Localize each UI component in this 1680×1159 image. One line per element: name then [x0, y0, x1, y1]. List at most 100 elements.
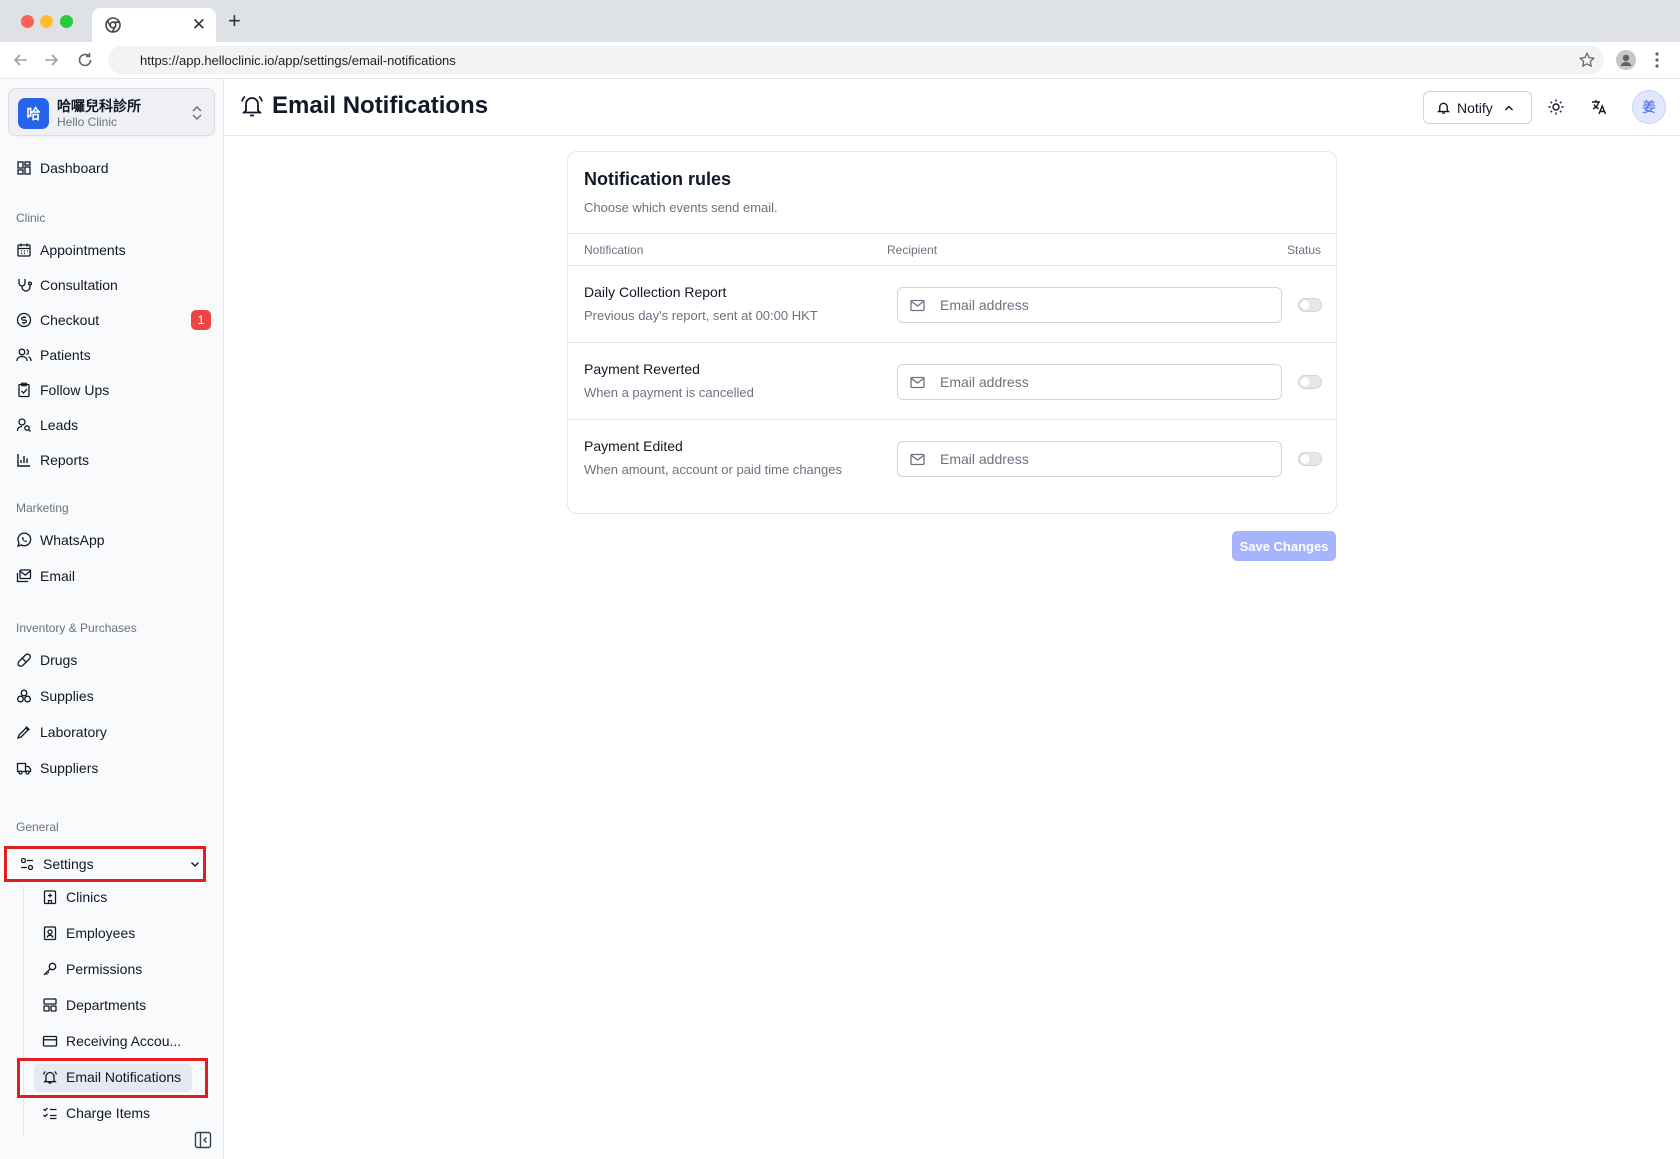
recipient-email-field[interactable]	[897, 287, 1282, 323]
chevron-down-icon	[191, 862, 199, 867]
clinic-switcher[interactable]: 哈 哈囉兒科診所 Hello Clinic	[8, 88, 215, 136]
sidebar-collapse-icon[interactable]	[194, 1131, 212, 1149]
sidebar-item-label: Charge Items	[66, 1105, 151, 1121]
sidebar-item-label: Leads	[40, 417, 79, 433]
recipient-email-input[interactable]	[940, 442, 1270, 476]
sidebar-item-suppliers[interactable]: Suppliers	[16, 757, 98, 779]
notification-title: Payment Reverted	[584, 361, 700, 377]
profile-avatar-icon[interactable]	[1616, 50, 1636, 70]
close-window-button[interactable]	[21, 15, 34, 28]
sidebar-item-laboratory[interactable]: Laboratory	[16, 721, 107, 743]
sidebar-item-dashboard[interactable]: Dashboard	[16, 157, 109, 179]
back-icon[interactable]	[11, 50, 31, 70]
sidebar-item-label: Follow Ups	[40, 382, 110, 398]
settings-sliders-icon	[20, 857, 34, 871]
status-toggle[interactable]	[1298, 298, 1322, 312]
notify-label: Notify	[1457, 99, 1493, 116]
user-avatar[interactable]: 姜	[1632, 90, 1666, 124]
mail-stack-icon	[16, 569, 32, 583]
toggle-knob	[1300, 300, 1310, 310]
sidebar-item-email[interactable]: Email	[16, 565, 75, 587]
sidebar-item-supplies[interactable]: Supplies	[16, 685, 94, 707]
sidebar-item-whatsapp[interactable]: WhatsApp	[16, 529, 105, 551]
calendar-icon	[17, 243, 31, 257]
sidebar-item-departments[interactable]: Departments	[42, 994, 146, 1016]
sidebar-item-label: Supplies	[40, 688, 94, 704]
sidebar-item-follow-ups[interactable]: Follow Ups	[16, 379, 109, 401]
sidebar-item-label: Clinics	[66, 889, 108, 905]
dollar-circle-icon	[16, 312, 32, 328]
recipient-email-input[interactable]	[940, 288, 1270, 322]
sidebar-item-checkout[interactable]: Checkout	[16, 309, 99, 331]
maximize-window-button[interactable]	[60, 15, 73, 28]
id-badge-icon	[43, 926, 57, 941]
recipient-email-input[interactable]	[940, 365, 1270, 399]
save-changes-button[interactable]: Save Changes	[1232, 531, 1336, 561]
new-tab-button[interactable]: +	[228, 10, 241, 32]
browser-tab[interactable]: ✕	[92, 8, 216, 42]
sidebar-item-clinics[interactable]: Clinics	[42, 886, 107, 908]
sidebar-item-receiving-accounts[interactable]: Receiving Accou...	[42, 1030, 181, 1052]
recipient-email-field[interactable]	[897, 364, 1282, 400]
sidebar-item-employees[interactable]: Employees	[42, 922, 135, 944]
section-label-inventory: Inventory & Purchases	[16, 621, 137, 635]
toggle-knob	[1300, 377, 1310, 387]
notify-button[interactable]: Notify	[1423, 91, 1532, 124]
sidebar-item-leads[interactable]: Leads	[16, 414, 78, 436]
sidebar-item-appointments[interactable]: Appointments	[16, 239, 126, 261]
stethoscope-icon	[18, 279, 32, 292]
forward-icon[interactable]	[41, 50, 61, 70]
sidebar-item-reports[interactable]: Reports	[16, 449, 89, 471]
sidebar-item-label: Dashboard	[40, 160, 109, 176]
sidebar-item-label: Email	[40, 568, 76, 584]
sidebar-item-label: Reports	[40, 452, 90, 468]
table-header: Notification Recipient Status	[568, 233, 1336, 266]
pill-icon	[17, 653, 31, 667]
whatsapp-icon	[17, 532, 32, 547]
status-toggle[interactable]	[1298, 375, 1322, 389]
sidebar-item-patients[interactable]: Patients	[16, 344, 91, 366]
sidebar: 哈 哈囉兒科診所 Hello Clinic Dashboard Clinic A…	[0, 79, 224, 1159]
table-row: Payment Edited When amount, account or p…	[568, 420, 1336, 497]
sidebar-item-drugs[interactable]: Drugs	[16, 649, 77, 671]
toggle-knob	[1300, 454, 1310, 464]
sidebar-item-label: Employees	[66, 925, 136, 941]
sidebar-item-label: Receiving Accou...	[66, 1033, 182, 1049]
layout-icon	[43, 998, 57, 1012]
clipboard-check-icon	[18, 382, 30, 398]
page-header: Email Notifications Notify 姜	[224, 79, 1680, 136]
sidebar-item-label: Drugs	[40, 652, 78, 668]
sidebar-item-consultation[interactable]: Consultation	[16, 274, 118, 296]
notification-rules-card: Notification rules Choose which events s…	[567, 151, 1337, 514]
mail-icon	[910, 376, 925, 389]
section-label-marketing: Marketing	[16, 501, 69, 515]
dashboard-icon	[17, 161, 31, 175]
url-text: https://app.helloclinic.io/app/settings/…	[140, 53, 456, 68]
sidebar-item-email-notifications[interactable]: Email Notifications	[42, 1066, 181, 1088]
chevron-up-icon	[1504, 104, 1513, 111]
sidebar-item-label: Departments	[66, 997, 147, 1013]
reload-icon[interactable]	[75, 50, 95, 70]
sidebar-item-settings[interactable]: Settings	[4, 846, 206, 882]
bookmark-star-icon[interactable]	[1578, 51, 1596, 69]
card-title: Notification rules	[584, 169, 732, 189]
boxes-icon	[17, 689, 31, 703]
minimize-window-button[interactable]	[40, 15, 53, 28]
sun-icon[interactable]	[1547, 98, 1565, 116]
sidebar-item-permissions[interactable]: Permissions	[42, 958, 142, 980]
column-header-recipient: Recipient	[887, 243, 938, 257]
sidebar-item-charge-items[interactable]: Charge Items	[42, 1102, 150, 1124]
browser-menu-icon[interactable]	[1654, 49, 1660, 71]
close-tab-icon[interactable]: ✕	[192, 15, 206, 35]
address-bar[interactable]: https://app.helloclinic.io/app/settings/…	[108, 46, 1604, 74]
user-search-icon	[16, 418, 31, 432]
sidebar-item-label: Appointments	[40, 242, 126, 258]
settings-nav[interactable]: Settings	[19, 853, 94, 875]
translate-icon[interactable]	[1590, 98, 1608, 116]
recipient-email-field[interactable]	[897, 441, 1282, 477]
notification-title: Payment Edited	[584, 438, 683, 454]
checkout-count-badge: 1	[191, 310, 211, 330]
notification-description: When amount, account or paid time change…	[584, 462, 842, 477]
status-toggle[interactable]	[1298, 452, 1322, 466]
hospital-icon	[43, 890, 57, 905]
